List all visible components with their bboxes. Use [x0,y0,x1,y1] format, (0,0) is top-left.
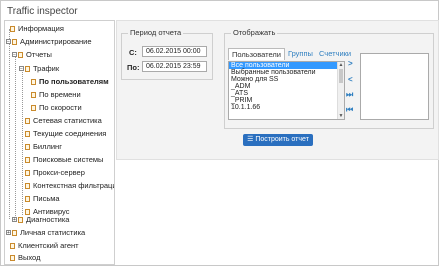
list-item[interactable]: _ADM [229,83,344,90]
remove-all-icon[interactable]: ⏮ [346,105,353,115]
expand-icon[interactable]: + [12,217,17,223]
list-scrollbar[interactable]: ▲ ▼ [337,62,344,119]
list-item[interactable]: Можно для SS [229,76,344,83]
nav-item-mail[interactable]: Письма [25,193,60,204]
doc-icon [25,117,30,124]
tab-groups[interactable]: Группы [285,48,316,60]
scroll-thumb[interactable] [339,69,343,83]
scroll-up-icon[interactable]: ▲ [338,62,344,68]
nav-item-client[interactable]: Клиентский агент [10,240,79,251]
nav-item-by-time[interactable]: По времени [31,89,81,100]
nav-item-diagnostics[interactable]: + Диагностика [12,214,69,225]
build-report-button[interactable]: ☰ Построить отчет [243,134,313,146]
nav-item-exit[interactable]: Выход [10,252,40,263]
display-tabs: Пользователи Группы Счетчики [228,48,354,60]
folder-icon [18,216,23,223]
add-selected-icon[interactable]: > [348,59,353,68]
folder-icon [25,65,30,72]
collapse-icon[interactable]: − [19,66,24,72]
to-date-input[interactable]: 06.02.2015 23:59 [142,61,207,72]
scroll-down-icon[interactable]: ▼ [338,113,344,119]
collapse-icon[interactable]: − [6,39,11,45]
doc-icon [10,242,15,249]
list-item[interactable]: _PRIM [229,97,344,104]
nav-item-content[interactable]: Контекстная фильтрация [25,180,114,191]
available-list[interactable]: Все пользователи Выбранные пользователи … [228,61,345,120]
nav-item-admin[interactable]: − Администрирование [6,36,92,47]
nav-item-net-stats[interactable]: Сетевая статистика [25,115,102,126]
to-label: По: [127,63,140,72]
list-item[interactable]: Выбранные пользователи [229,69,344,76]
period-legend: Период отчета [128,28,184,37]
folder-icon [18,51,23,58]
doc-icon [10,254,15,261]
doc-icon [31,78,36,85]
nav-item-info[interactable]: Информация [10,23,64,34]
list-item[interactable]: _ATS [229,90,344,97]
expand-icon[interactable]: + [6,230,11,236]
doc-icon [31,104,36,111]
doc-icon [25,143,30,150]
tree-line [15,53,16,218]
nav-item-personal[interactable]: + Личная статистика [6,227,85,238]
window-frame: Traffic inspector Информация − Администри… [0,0,439,266]
selected-list[interactable] [360,53,429,120]
remove-selected-icon[interactable]: < [348,75,353,84]
doc-icon [10,25,15,32]
nav-item-traffic[interactable]: − Трафик [19,63,59,74]
app-title: Traffic inspector [7,6,78,17]
nav-tree: Информация − Администрирование − Отчеты − Т… [4,20,115,265]
display-legend: Отображать [231,28,278,37]
nav-item-by-speed[interactable]: По скорости [31,102,82,113]
doc-icon [25,130,30,137]
nav-item-connections[interactable]: Текущие соединения [25,128,106,139]
doc-icon [25,195,30,202]
tree-line [22,67,23,215]
nav-item-reports[interactable]: − Отчеты [12,49,52,60]
doc-icon [25,169,30,176]
from-date-input[interactable]: 06.02.2015 00:00 [142,46,207,57]
doc-icon [25,156,30,163]
folder-icon [12,38,17,45]
folder-icon [12,229,17,236]
nav-item-billing[interactable]: Биллинг [25,141,62,152]
doc-icon [25,182,30,189]
tab-users[interactable]: Пользователи [228,48,285,60]
nav-item-by-users[interactable]: По пользователям [31,76,109,87]
nav-item-search[interactable]: Поисковые системы [25,154,103,165]
add-all-icon[interactable]: ⏭ [346,90,353,100]
collapse-icon[interactable]: − [12,52,17,58]
nav-item-proxy[interactable]: Прокси-сервер [25,167,85,178]
tree-line [9,29,10,219]
doc-icon [31,91,36,98]
from-label: С: [129,48,137,57]
list-item[interactable]: 10.1.1.66 [229,104,344,111]
list-item[interactable]: Все пользователи [229,62,344,69]
